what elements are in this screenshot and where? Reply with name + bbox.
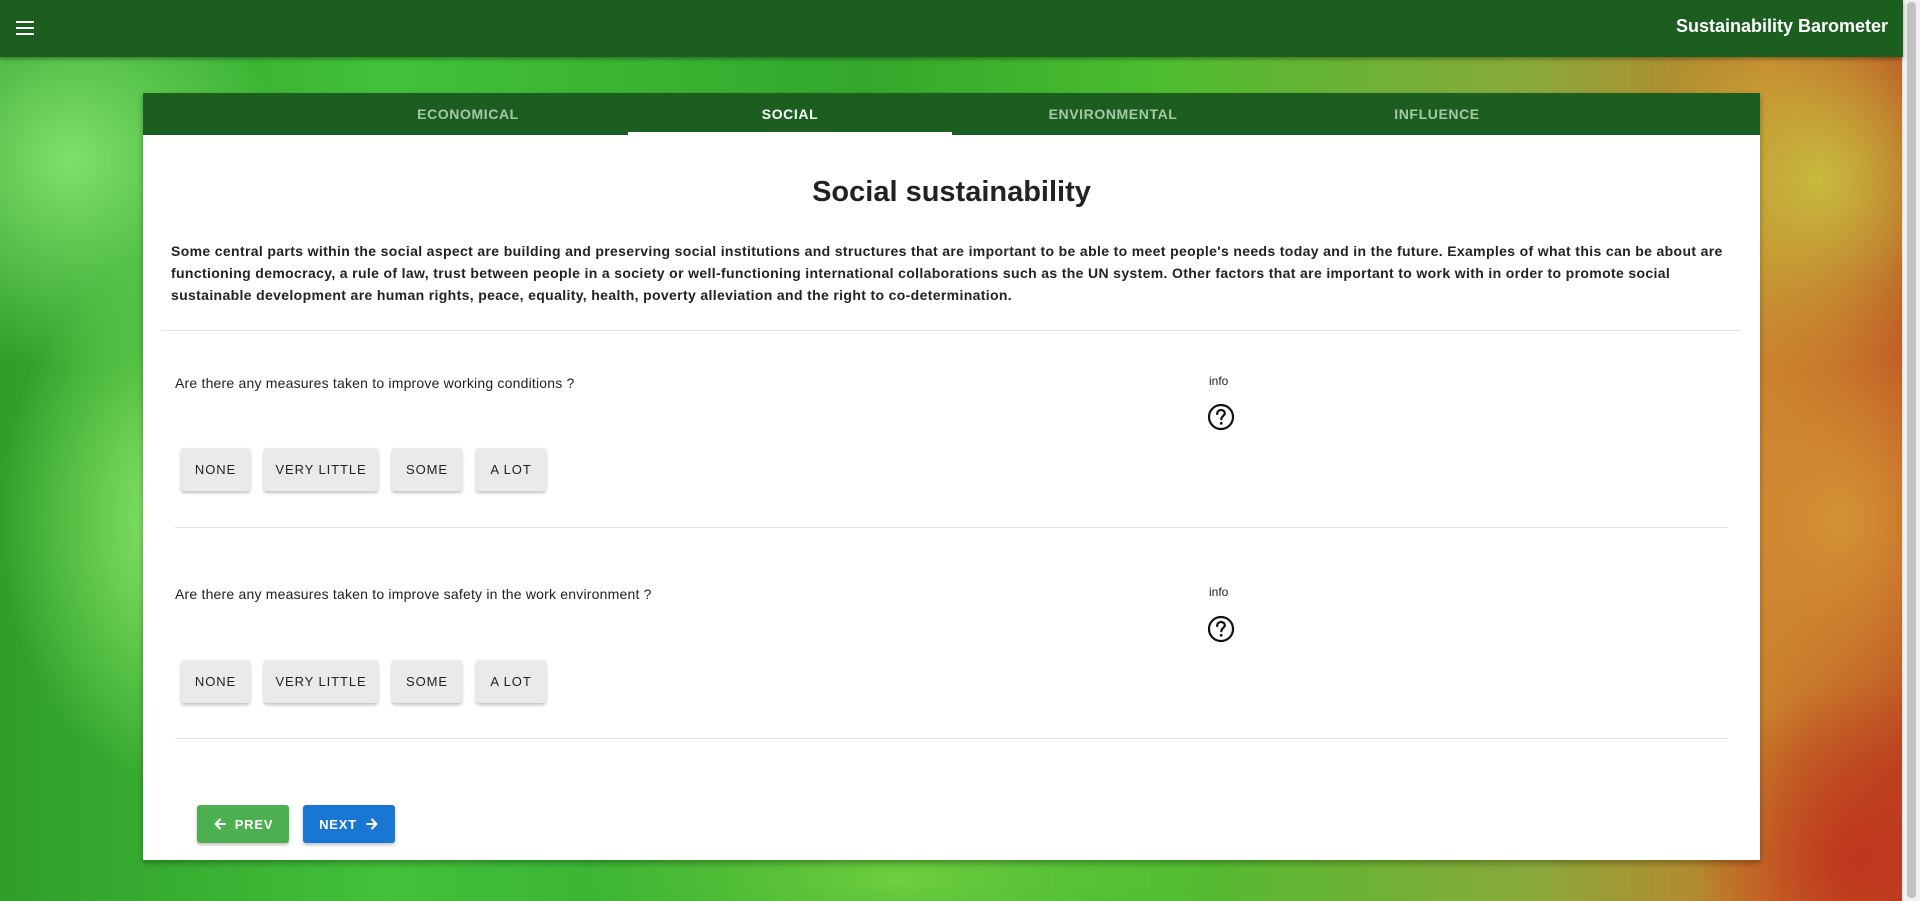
app-bar: Sustainability Barometer: [0, 0, 1903, 57]
arrow-left-icon: [214, 818, 226, 830]
tab-economical[interactable]: ECONOMICAL: [306, 93, 630, 135]
tab-social[interactable]: SOCIAL: [628, 93, 952, 135]
questionnaire-card: ECONOMICAL SOCIAL ENVIRONMENTAL INFLUENC…: [143, 93, 1760, 860]
answer-very-little-button[interactable]: VERY LITTLE: [264, 660, 378, 703]
next-button-label: NEXT: [319, 816, 357, 832]
scrollbar-thumb[interactable]: [1907, 2, 1916, 898]
answer-very-little-button[interactable]: VERY LITTLE: [264, 448, 378, 491]
answer-a-lot-button[interactable]: A LOT: [476, 660, 546, 703]
divider: [161, 330, 1741, 331]
prev-button[interactable]: PREV: [197, 805, 289, 843]
answer-a-lot-button[interactable]: A LOT: [476, 448, 546, 491]
arrow-right-icon: [365, 818, 378, 830]
section-title: Social sustainability: [812, 176, 1091, 208]
help-circle-icon[interactable]: [1207, 403, 1235, 431]
next-button[interactable]: NEXT: [303, 805, 395, 843]
tab-influence[interactable]: INFLUENCE: [1275, 93, 1599, 135]
help-circle-icon[interactable]: [1207, 615, 1235, 643]
answer-none-button[interactable]: NONE: [181, 448, 250, 491]
category-tabs: ECONOMICAL SOCIAL ENVIRONMENTAL INFLUENC…: [143, 93, 1760, 135]
menu-icon[interactable]: [14, 17, 36, 39]
divider: [175, 738, 1728, 739]
app-title: Sustainability Barometer: [1675, 16, 1888, 36]
question-1-info-label: info: [1209, 374, 1229, 388]
page-scrollbar[interactable]: [1902, 0, 1920, 901]
prev-button-label: PREV: [234, 816, 274, 832]
question-1-text: Are there any measures taken to improve …: [175, 375, 575, 391]
section-description: Some central parts within the social asp…: [171, 243, 1723, 303]
divider: [175, 527, 1728, 528]
question-2-info-label: info: [1209, 585, 1229, 599]
tab-environmental[interactable]: ENVIRONMENTAL: [951, 93, 1275, 135]
answer-some-button[interactable]: SOME: [392, 660, 462, 703]
answer-some-button[interactable]: SOME: [392, 448, 462, 491]
answer-none-button[interactable]: NONE: [181, 660, 250, 703]
question-2-text: Are there any measures taken to improve …: [175, 586, 652, 602]
